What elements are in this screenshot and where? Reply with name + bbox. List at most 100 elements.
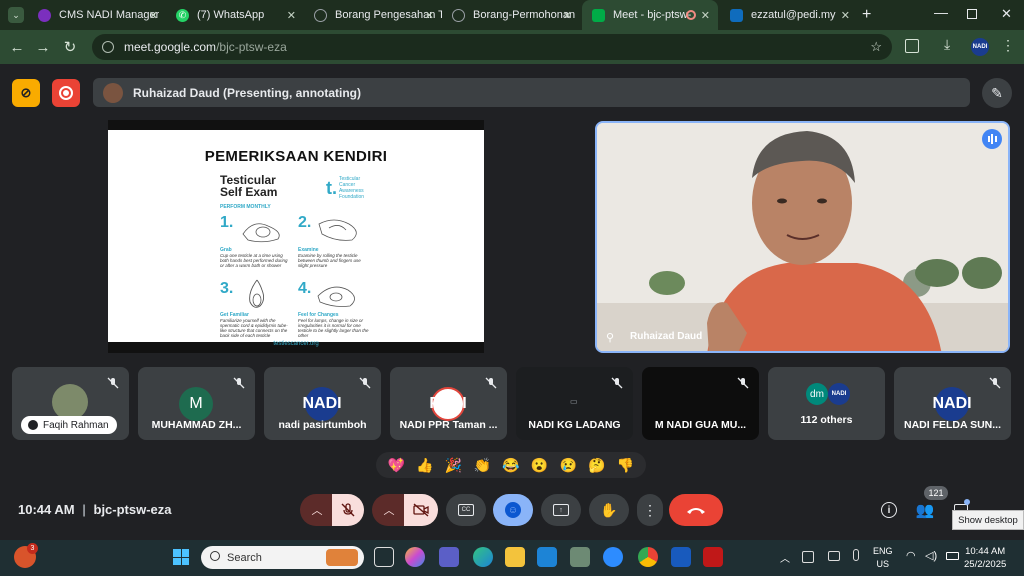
teams-icon[interactable] — [439, 547, 459, 567]
presenter-video — [597, 123, 1008, 351]
chrome-icon[interactable] — [638, 547, 658, 567]
input-language[interactable]: ENG US — [873, 545, 893, 571]
participant-tile[interactable]: M NADI GUA MU... — [642, 367, 759, 440]
tab-search-button[interactable]: ⌄ — [8, 7, 24, 23]
close-icon[interactable]: ✕ — [149, 9, 158, 22]
avatar: PEDI — [429, 387, 467, 421]
info-icon: i — [881, 502, 897, 518]
presenter-video-tile[interactable]: ⚲ Ruhaizad Daud — [595, 121, 1010, 353]
tab-label: Meet - bjc-ptsw- — [613, 9, 692, 21]
task-view-icon[interactable] — [374, 547, 394, 567]
address-bar[interactable]: meet.google.com/bjc-ptsw-eza ☆ — [92, 34, 892, 60]
smile-icon: ☺ — [505, 502, 521, 518]
url-path: /bjc-ptsw-eza — [216, 40, 287, 54]
restore-button[interactable] — [967, 9, 977, 19]
tab-whatsapp[interactable]: ✆ (7) WhatsApp ✕ — [166, 0, 304, 30]
forward-button[interactable]: → — [29, 33, 57, 61]
tab-mail[interactable]: ezzatul@pedi.my ✕ — [720, 0, 858, 30]
close-window-button[interactable]: ✕ — [1001, 6, 1012, 22]
close-icon[interactable]: ✕ — [563, 9, 572, 22]
download-icon[interactable]: ⤓ — [944, 36, 950, 53]
reaction-thumbs-down[interactable]: 👎 — [617, 457, 634, 474]
slide-subtitle: Testicular Self Exam — [220, 173, 278, 199]
participant-tile[interactable]: NADI NADI FELDA SUN... — [894, 367, 1011, 440]
file-explorer-icon[interactable] — [505, 547, 525, 567]
close-icon[interactable]: ✕ — [287, 9, 296, 22]
people-button[interactable]: 👥 — [910, 495, 940, 525]
captions-button[interactable]: CC — [446, 494, 486, 526]
slide-url: testiescancer.org — [273, 341, 319, 347]
pin-icon[interactable]: ⚲ — [606, 331, 614, 344]
recording-button[interactable] — [52, 79, 80, 107]
more-options-button[interactable]: ⋮ — [637, 494, 663, 526]
mic-toggle-button[interactable] — [332, 494, 364, 526]
taskbar-clock[interactable]: 10:44 AM 25/2/2025 — [964, 545, 1006, 571]
participant-tile[interactable]: PEDI NADI PPR Taman ... — [390, 367, 507, 440]
participant-tile[interactable]: NADI nadi pasirtumboh — [264, 367, 381, 440]
raise-hand-button[interactable]: ✋ — [589, 494, 629, 526]
microphone-tray-icon[interactable] — [853, 549, 859, 561]
participant-tile[interactable]: ▭ NADI KG LADANG — [516, 367, 633, 440]
tray-chevron-icon[interactable]: ︿ — [780, 550, 790, 565]
closed-captions-icon: CC — [458, 504, 474, 516]
camera-options-button[interactable]: ︿ — [372, 494, 406, 526]
menu-kebab-icon[interactable]: ⋮ — [1001, 37, 1015, 54]
tab-borang-pengesahan[interactable]: Borang Pengesahan T ✕ — [304, 0, 442, 30]
captions-toggle-button[interactable]: ⊘ — [12, 79, 40, 107]
reaction-thumbs-up[interactable]: 👍 — [416, 457, 433, 474]
taskbar-search[interactable]: Search — [201, 546, 364, 569]
camera-tray-icon[interactable] — [828, 551, 840, 561]
participant-photo — [52, 384, 88, 420]
step-4-number: 4. — [298, 280, 312, 297]
reaction-party[interactable]: 🎉 — [445, 457, 462, 474]
close-icon[interactable]: ✕ — [425, 9, 434, 22]
nadi-favicon — [38, 8, 51, 22]
copilot-icon[interactable] — [405, 547, 425, 567]
leave-call-button[interactable] — [669, 494, 723, 526]
reaction-heart[interactable]: 💖 — [388, 457, 405, 474]
others-tile[interactable]: dm NADI 112 others — [768, 367, 885, 440]
zoom-icon[interactable] — [603, 547, 623, 567]
bookmark-star-icon[interactable]: ☆ — [870, 39, 882, 55]
reaction-thinking[interactable]: 🤔 — [588, 457, 605, 474]
tab-borang-permohonan[interactable]: Borang-Permohonan ✕ — [442, 0, 580, 30]
profile-avatar[interactable]: NADI — [971, 38, 989, 56]
participant-name: nadi pasirtumboh — [278, 419, 367, 431]
meeting-details-button[interactable]: i — [874, 495, 904, 525]
reaction-surprised[interactable]: 😮 — [531, 457, 548, 474]
store-icon[interactable] — [537, 547, 557, 567]
wifi-icon[interactable]: ◠ — [906, 549, 916, 562]
reload-button[interactable]: ↻ — [56, 33, 84, 61]
start-button[interactable] — [173, 549, 189, 565]
participant-tile[interactable]: Faqih Rahman — [12, 367, 129, 440]
present-button[interactable]: ↑ — [541, 494, 581, 526]
close-icon[interactable]: ✕ — [701, 9, 710, 22]
new-tab-button[interactable]: + — [862, 6, 871, 24]
camera-toggle-button[interactable] — [404, 494, 438, 526]
extensions-icon[interactable] — [905, 39, 919, 53]
mic-off-icon — [611, 377, 623, 389]
meet-tray-icon[interactable] — [802, 551, 814, 563]
mic-options-button[interactable]: ︿ — [300, 494, 334, 526]
tab-label: CMS NADI Manager — [59, 9, 160, 21]
minimize-button[interactable]: — — [934, 4, 948, 20]
volume-icon[interactable]: ◁) — [925, 549, 937, 562]
battery-icon[interactable] — [946, 552, 959, 560]
participant-tile[interactable]: M MUHAMMAD ZH... — [138, 367, 255, 440]
close-icon[interactable]: ✕ — [841, 9, 850, 22]
word-icon[interactable] — [671, 547, 691, 567]
edge-icon[interactable] — [473, 547, 493, 567]
reaction-laugh[interactable]: 😂 — [502, 457, 519, 474]
tab-meet[interactable]: Meet - bjc-ptsw- ✕ — [582, 0, 718, 30]
emoji-button[interactable]: ☺ — [493, 494, 533, 526]
reaction-sad[interactable]: 😢 — [560, 457, 577, 474]
site-info-icon[interactable] — [102, 41, 114, 53]
tab-cms-nadi[interactable]: CMS NADI Manager ✕ — [28, 0, 166, 30]
hand-icon: ✋ — [600, 501, 618, 518]
hang-up-icon — [687, 508, 705, 514]
mcafee-icon[interactable] — [703, 547, 723, 567]
reaction-clap[interactable]: 👏 — [474, 457, 491, 474]
back-button[interactable]: ← — [3, 33, 31, 61]
excel-icon[interactable] — [570, 547, 590, 567]
annotate-button[interactable]: ✎ — [982, 78, 1012, 108]
